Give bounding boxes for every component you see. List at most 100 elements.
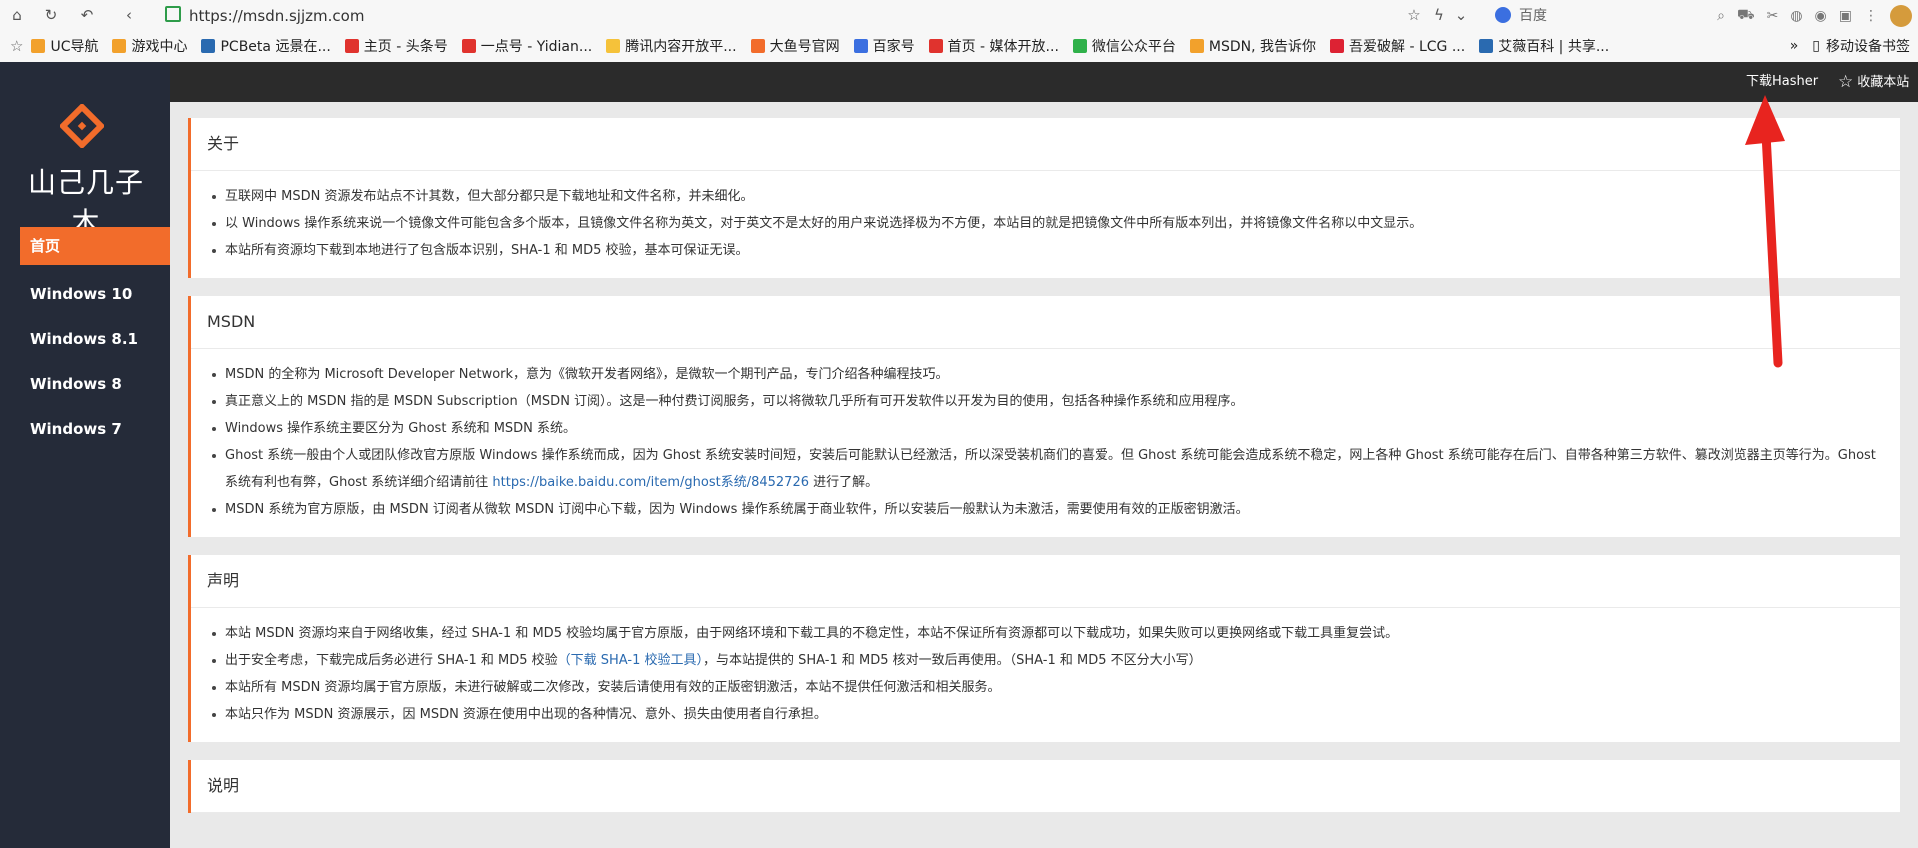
scissors-icon[interactable]: ✂ [1767,8,1779,24]
hash-tool-suffix: ，与本站提供的 SHA-1 和 MD5 核对一致后再使用。（SHA-1 和 MD… [703,653,1202,668]
list-item-text: 本站 MSDN 资源均来自于网络收集，经过 SHA-1 和 MD5 校验均属于官… [225,626,1399,641]
star-outline-icon: ☆ [1838,72,1854,92]
home-icon[interactable]: ⌂ [8,6,26,24]
bookmark-item[interactable]: UC导航 [31,36,98,56]
list-item-text: MSDN 系统为官方原版，由 MSDN 订阅者从微软 MSDN 订阅中心下载，因… [225,502,1249,517]
bookmark-label: 首页 - 媒体开放... [947,39,1059,55]
back-icon[interactable]: ‹ [120,6,138,24]
list-item-text: 本站所有 MSDN 资源均属于官方原版，未进行破解或二次修改，安装后请使用有效的… [225,680,1001,695]
search-icon[interactable]: ⌕ [1717,8,1725,24]
sidebar-item[interactable]: Windows 7 [0,407,170,452]
bookmark-icon [928,39,943,53]
chevron-down-icon[interactable]: ⌄ [1452,6,1470,24]
baidu-icon [1495,7,1511,23]
bookmark-icon [1072,39,1087,53]
star-icon[interactable]: ☆ [1405,6,1423,24]
bookmark-item[interactable]: 腾讯内容开放平... [606,36,737,56]
bookmark-label: UC导航 [50,39,99,55]
list-item: 本站所有 MSDN 资源均属于官方原版，未进行破解或二次修改，安装后请使用有效的… [212,674,1880,701]
section-body: 互联网中 MSDN 资源发布站点不计其数，但大部分都只是下载地址和文件名称，并未… [191,171,1900,278]
list-item-text: Windows 操作系统主要区分为 Ghost 系统和 MSDN 系统。 [225,421,577,436]
bookmark-icon [344,39,359,53]
bookmark-label: 艾薇百科 | 共享... [1498,39,1610,55]
list-item-text: 本站所有资源均下载到本地进行了包含版本识别，SHA-1 和 MD5 校验，基本可… [225,243,749,258]
bookmark-label: 一点号 - Yidian... [480,39,593,55]
mobile-bookmarks[interactable]: 移动设备书签 [1826,36,1910,56]
section-list: 互联网中 MSDN 资源发布站点不计其数，但大部分都只是下载地址和文件名称，并未… [212,183,1880,264]
bookmark-item[interactable]: 首页 - 媒体开放... [928,36,1059,56]
section-list: 本站 MSDN 资源均来自于网络收集，经过 SHA-1 和 MD5 校验均属于官… [212,620,1880,728]
bookmark-item[interactable]: 吾爱破解 - LCG ... [1330,36,1465,56]
bookmark-star-icon[interactable]: ☆ [10,37,23,55]
more-icon[interactable]: ⋮ [1864,8,1878,24]
sidebar: 山己几子木 首页 Windows 10 Windows 8.1 Windows 8 Wi… [0,62,170,848]
bookmark-site-label: 收藏本站 [1857,75,1910,90]
topbar: 下载Hasher ☆ 收藏本站 [170,62,1918,102]
browser-chrome: ⌂ ↻ ↶ ‹ https://msdn.sjjzm.com ☆ ϟ ⌄ 百度 … [0,0,1918,63]
lightning-icon[interactable]: ϟ [1430,6,1448,24]
section-body: 本站 MSDN 资源均来自于网络收集，经过 SHA-1 和 MD5 校验均属于官… [191,608,1900,742]
bookmark-label: 游戏中心 [131,39,188,55]
list-item-text: MSDN 的全称为 Microsoft Developer Network，意为… [225,367,949,382]
section-panel: 关于 互联网中 MSDN 资源发布站点不计其数，但大部分都只是下载地址和文件名称，… [188,118,1900,278]
sidebar-item[interactable]: 首页 [20,227,170,265]
bookmark-overflow[interactable]: » [1790,38,1799,54]
bookmark-item[interactable]: MSDN, 我告诉你 [1189,36,1317,56]
bookmark-item[interactable]: 微信公众平台 [1072,36,1176,56]
bookmark-label: MSDN, 我告诉你 [1208,39,1317,55]
section-list: MSDN 的全称为 Microsoft Developer Network，意为… [212,361,1880,523]
bookmark-label: PCBeta 远景在... [220,39,331,55]
sidebar-item[interactable]: Windows 10 [0,272,170,317]
search-box[interactable]: 百度 [1495,4,1665,28]
bookmark-item[interactable]: 主页 - 头条号 [344,36,448,56]
bookmark-list: UC导航 游戏中心 PCBeta 远景在... 主页 - 头条号 一点号 - Yidia… [31,36,1623,56]
section-body: MSDN 的全称为 Microsoft Developer Network，意为… [191,349,1900,537]
bookmark-icon [112,39,127,53]
bookmark-item[interactable]: 一点号 - Yidian... [461,36,593,56]
bookmark-icon [853,39,868,53]
list-item-text: 互联网中 MSDN 资源发布站点不计其数，但大部分都只是下载地址和文件名称，并未… [225,189,754,204]
list-item-text: Ghost 系统一般由个人或团队修改官方原版 Windows 操作系统而成，因为… [225,448,1876,490]
extension-icon[interactable]: ◍ [1790,8,1802,24]
list-item-text: 本站只作为 MSDN 资源展示，因 MSDN 资源在使用中出现的各种情况、意外、… [225,707,827,722]
list-item: MSDN 的全称为 Microsoft Developer Network，意为… [212,361,1880,388]
bookmark-label: 腾讯内容开放平... [625,39,737,55]
list-item-text: 出于安全考虑，下载完成后务必进行 SHA-1 和 MD5 校验 [225,653,558,668]
bookmark-label: 微信公众平台 [1091,39,1176,55]
list-item: 本站所有资源均下载到本地进行了包含版本识别，SHA-1 和 MD5 校验，基本可… [212,237,1880,264]
sidebar-menu: 首页 Windows 10 Windows 8.1 Windows 8 Windows … [0,227,170,452]
sidebar-item[interactable]: Windows 8 [0,362,170,407]
undo-icon[interactable]: ↶ [78,6,96,24]
cart-icon[interactable]: ⛟ [1737,7,1755,25]
bookmark-icon [1330,39,1345,53]
logo-icon[interactable] [60,104,104,148]
avatar[interactable] [1890,5,1912,27]
bookmark-item[interactable]: 百家号 [853,36,915,56]
hash-tool-download-link[interactable]: （下载 SHA-1 校验工具） [558,653,703,668]
bookmark-icon [750,39,765,53]
lock-icon [165,6,181,22]
bookmark-item[interactable]: 艾薇百科 | 共享... [1479,36,1609,56]
refresh-icon[interactable]: ↻ [42,6,60,24]
ghost-wiki-link[interactable]: https://baike.baidu.com/item/ghost系统/845… [492,475,809,490]
list-item: 以 Windows 操作系统来说一个镜像文件可能包含多个版本，且镜像文件名称为英… [212,210,1880,237]
list-item: 本站 MSDN 资源均来自于网络收集，经过 SHA-1 和 MD5 校验均属于官… [212,620,1880,647]
bookmark-site-link[interactable]: ☆ 收藏本站 [1838,62,1909,102]
bookmark-label: 主页 - 头条号 [363,39,448,55]
list-item: 出于安全考虑，下载完成后务必进行 SHA-1 和 MD5 校验（下载 SHA-1… [212,647,1880,674]
bookmark-item[interactable]: 游戏中心 [112,36,187,56]
list-item-text: 真正意义上的 MSDN 指的是 MSDN Subscription（MSDN 订… [225,394,1244,409]
bookmark-item[interactable]: PCBeta 远景在... [201,36,331,56]
red-arrow-annotation [1745,95,1785,368]
bookmark-item[interactable]: 大鱼号官网 [750,36,840,56]
list-item: Ghost 系统一般由个人或团队修改官方原版 Windows 操作系统而成，因为… [212,442,1880,496]
app-icon[interactable]: ▣ [1839,8,1852,24]
section-title: 说明 [191,760,1900,813]
list-item-text: 以 Windows 操作系统来说一个镜像文件可能包含多个版本，且镜像文件名称为英… [225,216,1423,231]
bookmark-icon [461,39,476,53]
bookmarks-right: » ▯ 移动设备书签 [1790,31,1910,61]
globe-icon[interactable]: ◉ [1815,8,1827,24]
bookmark-icon [606,39,621,53]
sidebar-item[interactable]: Windows 8.1 [0,317,170,362]
address-bar[interactable]: https://msdn.sjjzm.com [165,5,1395,27]
